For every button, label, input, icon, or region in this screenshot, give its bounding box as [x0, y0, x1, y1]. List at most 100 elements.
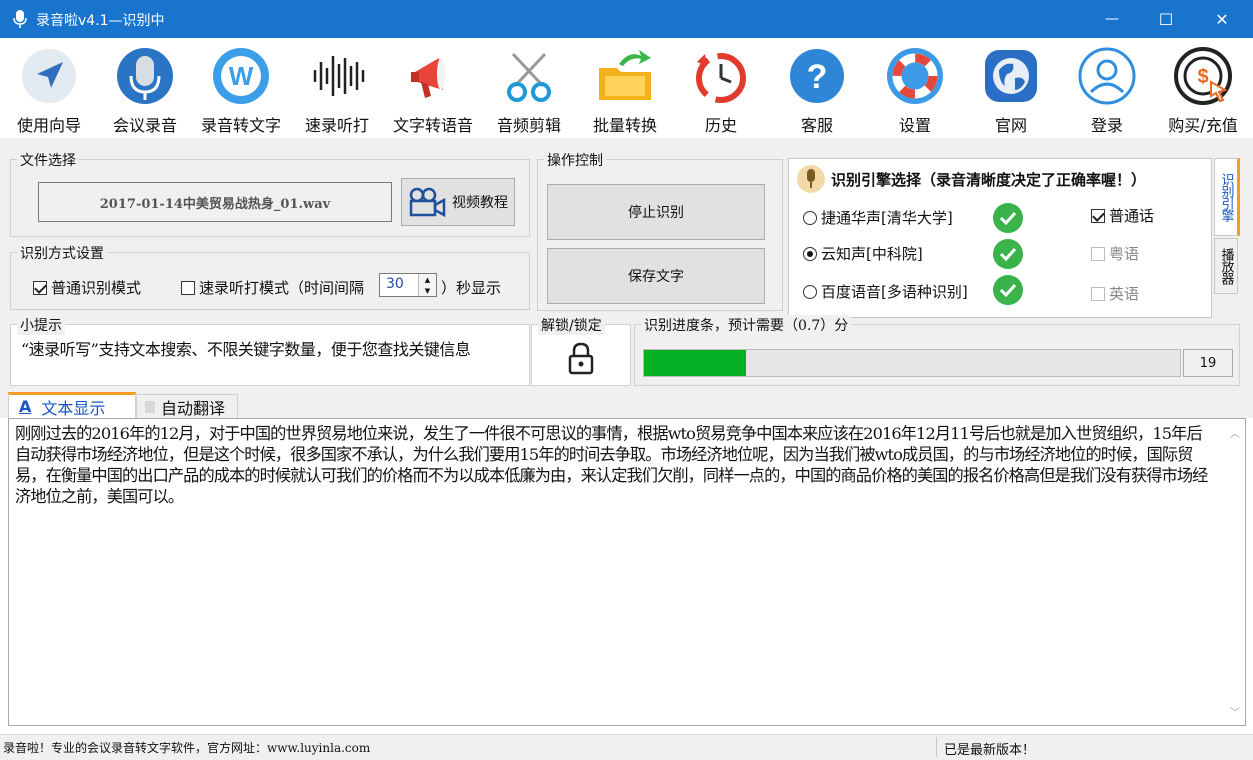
folder-arrow-icon — [593, 46, 657, 106]
engine-panel: 识别引擎选择（录音清晰度决定了正确率喔！） 捷通华声[清华大学] 普通话 云知声… — [788, 158, 1212, 318]
video-tutorial-button[interactable]: 视频教程 — [401, 178, 515, 226]
checkbox-disabled-icon — [1091, 246, 1105, 261]
status-divider — [936, 737, 937, 757]
toolbar-meeting-record-button[interactable]: 会议录音 — [95, 42, 195, 135]
checkbox-checked-icon — [33, 280, 47, 295]
toolbar-transcribe-button[interactable]: W 录音转文字 — [191, 42, 291, 135]
control-area: 文件选择 2017-01-14中美贸易战热身_01.wav 视频教程 识别方式设… — [0, 138, 1253, 390]
user-icon — [1075, 46, 1139, 106]
text-a-icon: A — [19, 397, 32, 416]
normal-mode-checkbox[interactable]: 普通识别模式 — [33, 277, 141, 298]
vertical-scrollbar[interactable]: ︿ ﹀ — [1225, 419, 1245, 725]
toolbar-text-to-speech-button[interactable]: 文字转语音 — [383, 42, 483, 135]
toolbar-purchase-button[interactable]: $ 购买/充值 — [1153, 42, 1253, 135]
sound-wave-icon — [305, 46, 369, 106]
recog-mode-group: 识别方式设置 普通识别模式 速录听打模式（时间间隔 30 ▲ ▼ ）秒显示 — [10, 243, 530, 310]
file-path-field[interactable]: 2017-01-14中美贸易战热身_01.wav — [38, 182, 392, 222]
toolbar-history-button[interactable]: 历史 — [671, 42, 771, 135]
status-left-text: 录音啦！专业的会议录音转文字软件，官方网址：www.luyinla.com — [3, 741, 371, 755]
globe-icon — [979, 46, 1043, 106]
w-letter-icon: W — [209, 46, 273, 106]
stepper-up-icon[interactable]: ▲ — [419, 274, 436, 285]
op-control-group: 操作控制 停止识别 保存文字 — [537, 150, 783, 311]
text-tabs: A 文本显示 自动翻译 — [0, 390, 1253, 418]
toolbar-website-button[interactable]: 官网 — [961, 42, 1061, 135]
file-select-label: 文件选择 — [17, 150, 79, 170]
toolbar-settings-button[interactable]: 设置 — [865, 42, 965, 135]
toolbar: 使用向导 会议录音 W 录音转文字 速录听打 文字转语音 音频剪辑 批量转换 历… — [1, 38, 1252, 138]
lifebuoy-icon — [883, 46, 947, 106]
engine-microphone-icon — [797, 165, 825, 193]
toolbar-login-button[interactable]: 登录 — [1057, 42, 1157, 135]
checkbox-disabled-icon — [1091, 286, 1105, 301]
check-circle-icon — [993, 239, 1023, 269]
close-icon: ✕ — [1215, 9, 1229, 29]
check-circle-icon — [993, 275, 1023, 305]
lang-english-checkbox[interactable]: 英语 — [1091, 283, 1139, 304]
engine-option-jietong[interactable]: 捷通华声[清华大学] — [803, 207, 953, 228]
progress-label: 识别进度条，预计需要（0.7）分 — [641, 315, 852, 335]
document-icon — [145, 400, 155, 413]
toolbar-audio-edit-button[interactable]: 音频剪辑 — [479, 42, 579, 135]
close-button[interactable]: ✕ — [1194, 0, 1250, 38]
interval-stepper[interactable]: 30 ▲ ▼ — [379, 273, 437, 297]
scroll-down-icon[interactable]: ﹀ — [1230, 704, 1240, 719]
svg-text:W: W — [229, 61, 254, 91]
coin-cursor-icon: $ — [1171, 46, 1235, 106]
stepper-arrows[interactable]: ▲ ▼ — [418, 274, 436, 296]
op-control-label: 操作控制 — [544, 150, 606, 170]
engine-option-baidu[interactable]: 百度语音[多语种识别] — [803, 281, 968, 302]
lang-cantonese-checkbox[interactable]: 粤语 — [1091, 243, 1139, 264]
stop-recognition-button[interactable]: 停止识别 — [547, 184, 765, 240]
scissors-icon — [497, 46, 561, 106]
lock-label: 解锁/锁定 — [538, 315, 605, 335]
maximize-icon: ☐ — [1158, 9, 1174, 29]
lang-mandarin-checkbox[interactable]: 普通话 — [1091, 205, 1154, 226]
lock-group: 解锁/锁定 — [531, 315, 631, 386]
toolbar-fast-dictation-button[interactable]: 速录听打 — [287, 42, 387, 135]
toolbar-batch-convert-button[interactable]: 批量转换 — [575, 42, 675, 135]
svg-text:$: $ — [1197, 66, 1208, 88]
transcript-text[interactable]: 刚刚过去的2016年的12月，对于中国的世界贸易地位来说，发生了一件很不可思议的… — [15, 423, 1215, 507]
radio-selected-icon — [803, 246, 817, 261]
tab-auto-translate[interactable]: 自动翻译 — [136, 394, 238, 418]
padlock-icon[interactable] — [567, 341, 595, 375]
tab-text-display[interactable]: A 文本显示 — [8, 392, 136, 418]
toolbar-support-button[interactable]: ? 客服 — [767, 42, 867, 135]
title-bar: 录音啦v4.1—识别中 — ☐ ✕ — [0, 0, 1253, 38]
minimize-button[interactable]: — — [1084, 0, 1140, 38]
tab-engine-select[interactable]: 识别引擎 — [1214, 158, 1240, 236]
interval-value: 30 — [386, 276, 404, 292]
file-path-text: 2017-01-14中美贸易战热身_01.wav — [99, 196, 331, 212]
toolbar-guide-button[interactable]: 使用向导 — [0, 42, 99, 135]
tips-group: 小提示 “速录听写”支持文本搜索、不限关键字数量，便于您查找关键信息 — [10, 315, 530, 386]
app-microphone-icon — [13, 10, 27, 28]
maximize-button[interactable]: ☐ — [1138, 0, 1194, 38]
stepper-down-icon[interactable]: ▼ — [419, 285, 436, 296]
engine-title: 识别引擎选择（录音清晰度决定了正确率喔！） — [831, 171, 1147, 189]
megaphone-icon — [401, 46, 465, 106]
engine-option-yunzhisheng[interactable]: 云知声[中科院] — [803, 243, 923, 264]
progress-bar — [643, 349, 1181, 377]
status-bar: 录音啦！专业的会议录音转文字软件，官方网址：www.luyinla.com 已是… — [0, 734, 1253, 760]
check-circle-icon — [993, 203, 1023, 233]
svg-text:?: ? — [807, 58, 828, 96]
minimize-icon: — — [1105, 11, 1119, 27]
microphone-icon — [113, 46, 177, 106]
checkbox-unchecked-icon — [181, 280, 195, 295]
file-select-group: 文件选择 2017-01-14中美贸易战热身_01.wav 视频教程 — [10, 150, 530, 237]
question-icon: ? — [785, 46, 849, 106]
fast-mode-checkbox[interactable]: 速录听打模式（时间间隔 — [181, 277, 364, 298]
interval-suffix: ）秒显示 — [441, 279, 502, 297]
text-display-area[interactable]: 刚刚过去的2016年的12月，对于中国的世界贸易地位来说，发生了一件很不可思议的… — [8, 418, 1246, 726]
save-text-button[interactable]: 保存文字 — [547, 248, 765, 304]
tips-label: 小提示 — [17, 315, 65, 335]
progress-value: 19 — [1183, 349, 1233, 377]
video-camera-icon — [409, 187, 446, 217]
recog-mode-label: 识别方式设置 — [17, 243, 107, 263]
scroll-up-icon[interactable]: ︿ — [1230, 425, 1240, 440]
progress-fill — [644, 350, 746, 376]
history-clock-icon — [689, 46, 753, 106]
tab-player[interactable]: 播放器 — [1214, 238, 1238, 294]
radio-unselected-icon — [803, 284, 817, 299]
